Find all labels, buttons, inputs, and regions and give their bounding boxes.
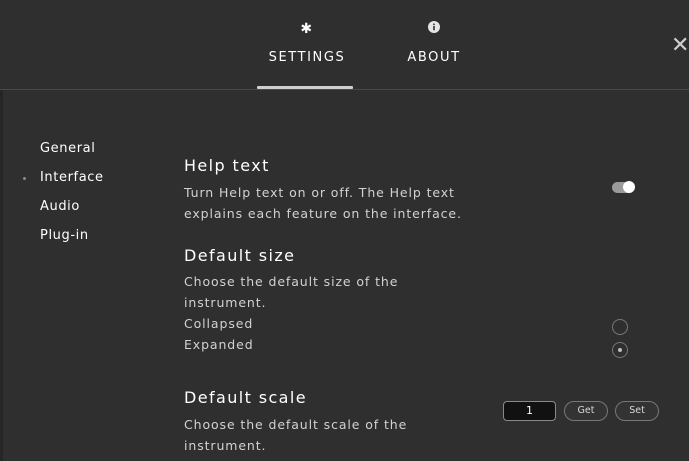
top-bar: ✱ SETTINGS ABOUT ✕ <box>0 0 689 90</box>
toggle-knob <box>623 181 635 193</box>
tab-about[interactable]: ABOUT <box>402 20 466 65</box>
close-icon[interactable]: ✕ <box>671 34 689 58</box>
default-scale-title: Default scale <box>184 388 307 407</box>
sidebar-item-label: Plug-in <box>40 228 89 243</box>
tab-about-label: ABOUT <box>407 50 461 65</box>
sidebar-item-plug-in[interactable]: Plug-in <box>0 225 150 254</box>
info-icon <box>402 20 466 38</box>
sidebar-item-label: Audio <box>40 199 80 214</box>
sidebar-item-audio[interactable]: Audio <box>0 196 150 225</box>
selected-tab-underline <box>257 86 353 89</box>
default-size-title: Default size <box>184 246 296 265</box>
default-scale-section: Default scale Choose the default scale o… <box>184 387 407 456</box>
scale-input[interactable]: 1 <box>503 401 556 421</box>
help-text-desc-line-1: Turn Help text on or off. The Help text <box>184 185 455 200</box>
default-size-section: Default size Choose the default size of … <box>184 245 398 355</box>
size-option-collapsed-label: Collapsed <box>184 316 254 331</box>
help-text-section: Help text Turn Help text on or off. The … <box>184 155 462 224</box>
default-scale-desc-line-2: instrument. <box>184 438 267 453</box>
size-option-expanded-label: Expanded <box>184 337 254 352</box>
sidebar: General Interface Audio Plug-in <box>0 138 150 254</box>
default-size-desc-line-2: instrument. <box>184 295 267 310</box>
default-size-desc-line-1: Choose the default size of the <box>184 274 399 289</box>
help-text-title: Help text <box>184 156 270 175</box>
size-radio-expanded[interactable] <box>612 342 628 358</box>
sidebar-item-label: Interface <box>40 170 104 185</box>
help-text-desc-line-2: explains each feature on the interface. <box>184 206 462 221</box>
size-radio-collapsed[interactable] <box>612 319 628 335</box>
tab-settings[interactable]: ✱ SETTINGS <box>262 20 352 65</box>
sidebar-item-interface[interactable]: Interface <box>0 167 150 196</box>
help-text-toggle[interactable] <box>612 181 635 193</box>
set-button[interactable]: Set <box>615 401 659 421</box>
get-button[interactable]: Get <box>564 401 608 421</box>
radio-selected-dot <box>618 348 622 352</box>
active-indicator-dot <box>23 177 26 180</box>
tab-settings-label: SETTINGS <box>268 50 346 65</box>
gear-icon: ✱ <box>300 21 314 37</box>
sidebar-item-label: General <box>40 141 96 156</box>
sidebar-item-general[interactable]: General <box>0 138 150 167</box>
default-scale-desc-line-1: Choose the default scale of the <box>184 417 408 432</box>
